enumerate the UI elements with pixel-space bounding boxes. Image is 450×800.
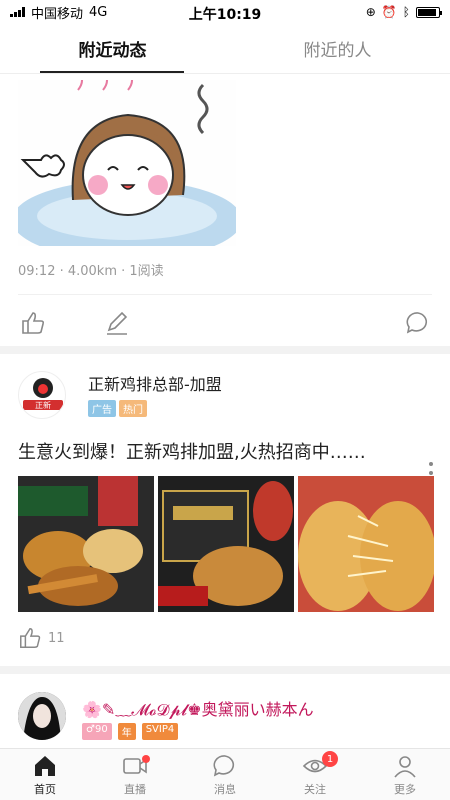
bluetooth-icon: ᛒ xyxy=(402,5,410,19)
chicken-box-photo[interactable] xyxy=(158,476,294,612)
svip-badge: SVIP4 xyxy=(141,723,179,740)
status-bar: 中国移动 4G 上午10:19 ⊕ ⏰ ᛒ xyxy=(0,0,450,24)
like-icon xyxy=(20,628,41,648)
feed[interactable]: 09:12 · 4.00km · 1阅读 正新 正新鸡排总部-加盟 广告 热门 生… xyxy=(0,74,450,748)
user-name[interactable]: 🌸✎﹏𝓜𝓸𝓓𝓹𝓵♚奥黛丽い赫本ん xyxy=(82,696,314,720)
ad-tags: 广告 热门 xyxy=(88,398,150,417)
nav-label: 关注 xyxy=(304,782,326,796)
network-label: 4G xyxy=(89,4,108,20)
like-icon[interactable] xyxy=(20,310,46,336)
alarm-icon: ⏰ xyxy=(381,5,397,19)
like-count: 11 xyxy=(48,630,65,646)
ad-text: 生意火到爆！正新鸡排加盟,火热招商中…… xyxy=(18,442,366,463)
post-image[interactable] xyxy=(18,80,236,246)
nav-label: 消息 xyxy=(214,782,236,796)
ad-photos xyxy=(18,476,434,612)
fried-chicken-photo[interactable] xyxy=(18,476,154,612)
comment-icon[interactable] xyxy=(405,310,431,336)
gender-age-badge: ♂90 xyxy=(82,723,112,740)
avatar[interactable] xyxy=(18,692,66,740)
nav-home[interactable]: 首页 xyxy=(0,749,90,800)
signal-icon xyxy=(10,7,25,17)
svg-text:正新: 正新 xyxy=(35,400,51,410)
divider xyxy=(18,294,432,295)
home-icon xyxy=(35,755,55,776)
nav-messages[interactable]: 消息 xyxy=(180,749,270,800)
nav-live[interactable]: 直播 xyxy=(90,749,180,800)
nav-follow[interactable]: 1 关注 xyxy=(270,749,360,800)
nav-label: 更多 xyxy=(394,782,416,796)
bottom-nav: 首页 直播 消息 1 关注 更多 xyxy=(0,748,450,800)
nav-more[interactable]: 更多 xyxy=(360,749,450,800)
status-time: 上午10:19 xyxy=(188,7,262,23)
nav-label: 首页 xyxy=(34,782,56,796)
user-badges: ♂90 年 SVIP4 xyxy=(82,723,181,740)
cheese-chicken-photo[interactable] xyxy=(298,476,434,612)
battery-icon xyxy=(416,6,442,18)
tab-nearby-people[interactable]: 附近的人 xyxy=(225,24,450,73)
year-badge: 年 xyxy=(117,723,136,740)
avatar[interactable]: 正新 xyxy=(18,371,66,419)
rotation-lock-icon: ⊕ xyxy=(365,5,376,19)
post-meta: 09:12 · 4.00km · 1阅读 xyxy=(18,264,164,279)
notification-dot xyxy=(142,755,150,763)
post-actions xyxy=(0,306,450,342)
person-icon xyxy=(394,755,416,778)
ad-badge: 广告 xyxy=(88,400,116,417)
nav-label: 直播 xyxy=(124,782,146,796)
tab-nearby-feed[interactable]: 附近动态 xyxy=(0,24,225,73)
top-tabs: 附近动态 附近的人 xyxy=(0,24,450,74)
ad-account-name[interactable]: 正新鸡排总部-加盟 xyxy=(88,371,222,395)
carrier-label: 中国移动 xyxy=(31,6,84,22)
edit-icon[interactable] xyxy=(104,310,130,336)
ad-like-button[interactable]: 11 xyxy=(18,626,65,650)
section-gap xyxy=(0,346,450,354)
hot-badge: 热门 xyxy=(119,400,147,417)
follow-badge: 1 xyxy=(322,751,338,767)
message-icon xyxy=(213,754,235,776)
section-gap xyxy=(0,666,450,674)
